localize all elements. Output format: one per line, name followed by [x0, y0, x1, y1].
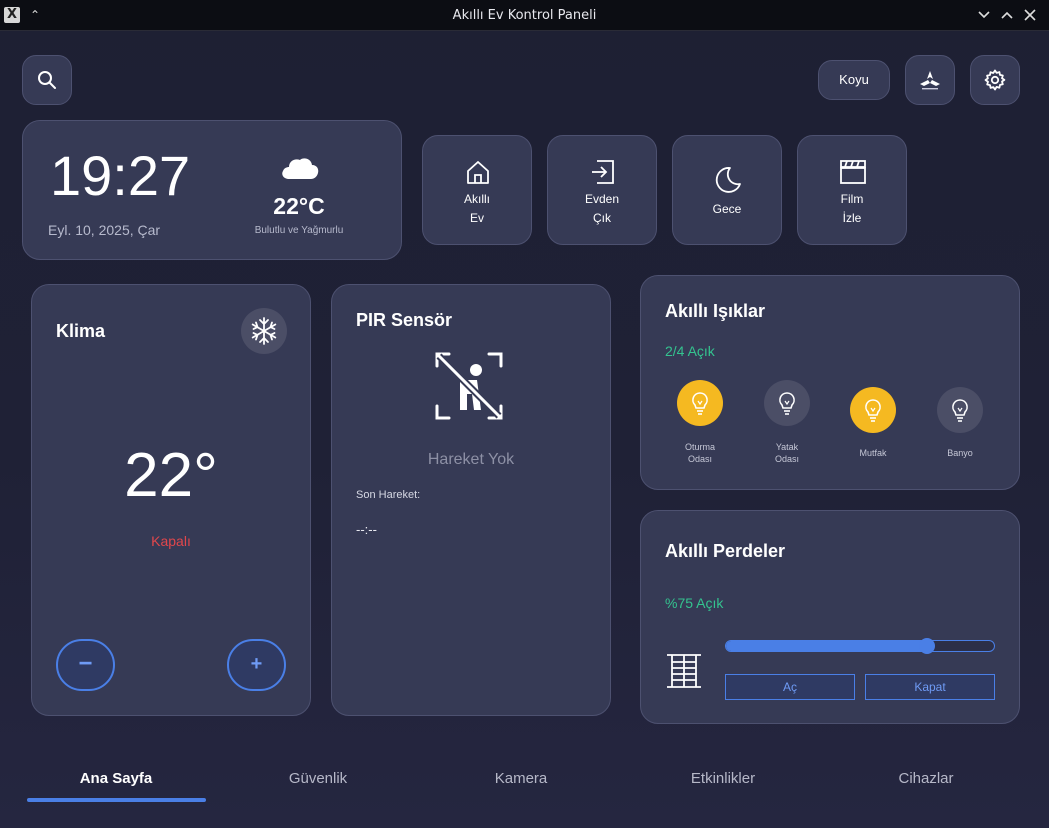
scene-night-button[interactable]: Gece: [672, 135, 782, 245]
pir-last-motion-label: Son Hareket:: [356, 489, 421, 501]
curtain-open-button[interactable]: Aç: [725, 674, 855, 700]
minimize-icon[interactable]: [975, 6, 993, 24]
light-label-line1: Banyo: [947, 448, 973, 458]
pir-last-motion-value: --:--: [356, 522, 377, 537]
brand-logo-icon: [920, 71, 940, 90]
tab-events[interactable]: Etkinlikler: [633, 770, 813, 787]
theme-toggle-button[interactable]: Koyu: [818, 60, 890, 100]
klima-increase-button[interactable]: +: [227, 639, 286, 691]
tab-home[interactable]: Ana Sayfa: [26, 770, 206, 787]
light-label-line2: Odası: [687, 454, 712, 464]
klima-decrease-button[interactable]: −: [56, 639, 115, 691]
light-toggle-living-room[interactable]: [677, 380, 723, 426]
pir-title: PIR Sensör: [356, 310, 453, 330]
scene-label-line2: Çık: [593, 211, 611, 225]
klima-temperature: 22°: [124, 441, 218, 510]
klima-status: Kapalı: [151, 533, 191, 549]
clock-date: Eyl. 10, 2025, Çar: [48, 222, 161, 238]
light-label-line1: Mutfak: [859, 448, 887, 458]
blinds-icon: [667, 654, 701, 688]
curtain-slider-fill: [726, 641, 927, 651]
cloud-icon: [282, 158, 319, 179]
scene-smart-home-button[interactable]: Akıllı Ev: [422, 135, 532, 245]
light-toggle-bathroom[interactable]: [937, 387, 983, 433]
curtains-summary: %75 Açık: [665, 595, 724, 611]
scene-label-line1: Akıllı: [463, 192, 490, 206]
tab-camera[interactable]: Kamera: [431, 770, 611, 787]
lights-title: Akıllı Işıklar: [665, 301, 766, 321]
curtains-title: Akıllı Perdeler: [665, 541, 786, 561]
home-icon: [467, 161, 489, 184]
logo-button[interactable]: [905, 55, 955, 105]
tab-active-indicator: [27, 798, 206, 802]
scene-label-line1: Film: [840, 192, 864, 206]
lightbulb-icon: [865, 399, 881, 422]
search-button[interactable]: [22, 55, 72, 105]
lights-summary: 2/4 Açık: [665, 343, 715, 359]
curtain-slider-track[interactable]: [725, 638, 995, 654]
curtain-close-button[interactable]: Kapat: [865, 674, 995, 700]
scene-movie-button[interactable]: Film İzle: [797, 135, 907, 245]
scene-label-line1: Gece: [712, 202, 742, 216]
moon-icon: [715, 167, 741, 193]
snowflake-icon: [251, 317, 277, 345]
light-label-line2: Odası: [774, 454, 799, 464]
tab-devices[interactable]: Cihazlar: [836, 770, 1016, 787]
light-toggle-bedroom[interactable]: [764, 380, 810, 426]
gear-icon: [984, 69, 1006, 91]
light-toggle-kitchen[interactable]: [850, 387, 896, 433]
scene-label-line1: Evden: [584, 192, 620, 206]
close-icon[interactable]: [1021, 6, 1039, 24]
lightbulb-icon: [779, 392, 795, 415]
scene-label-line2: İzle: [842, 211, 862, 225]
klima-title: Klima: [56, 321, 106, 341]
klima-mode-button[interactable]: [241, 308, 287, 354]
light-label-line1: Oturma: [684, 442, 715, 452]
tab-security[interactable]: Güvenlik: [228, 770, 408, 787]
curtain-slider-thumb[interactable]: [919, 638, 935, 654]
weather-temperature: 22°C: [273, 193, 325, 219]
lightbulb-icon: [692, 392, 708, 415]
settings-button[interactable]: [970, 55, 1020, 105]
light-label-line1: Yatak: [775, 442, 799, 452]
search-icon: [38, 71, 56, 89]
title-bar: X ⌃ Akıllı Ev Kontrol Paneli: [0, 0, 1049, 31]
exit-icon: [592, 160, 614, 184]
maximize-icon[interactable]: [998, 6, 1016, 24]
clapperboard-icon: [840, 160, 866, 184]
lightbulb-icon: [952, 399, 968, 422]
pir-status: Hareket Yok: [427, 451, 515, 468]
scene-label-line2: Ev: [469, 211, 484, 225]
clock-time: 19:27: [50, 144, 191, 207]
no-motion-icon: [435, 352, 503, 420]
window-title: Akıllı Ev Kontrol Paneli: [452, 8, 597, 23]
scene-leave-home-button[interactable]: Evden Çık: [547, 135, 657, 245]
weather-description: Bulutlu ve Yağmurlu: [254, 225, 344, 236]
